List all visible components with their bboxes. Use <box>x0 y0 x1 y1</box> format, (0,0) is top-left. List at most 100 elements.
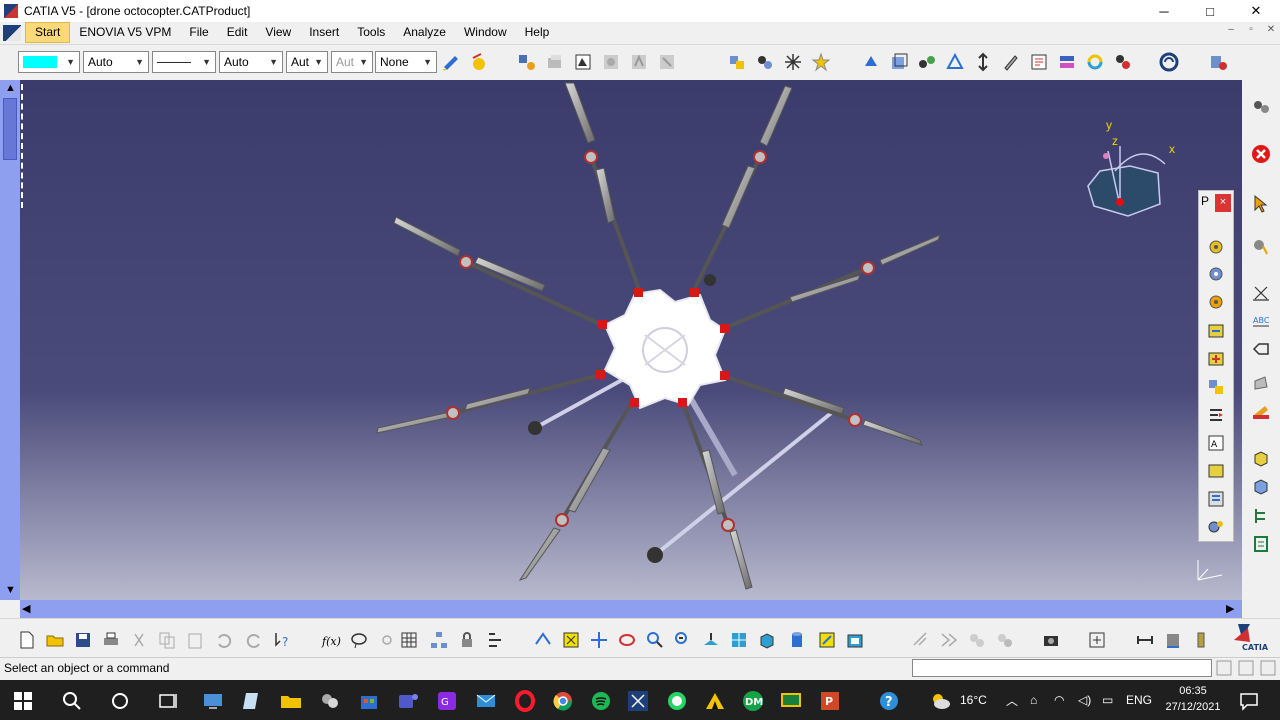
select-arrow-icon[interactable] <box>1250 193 1272 215</box>
workbench-icon[interactable] <box>1207 51 1229 73</box>
menu-file[interactable]: File <box>180 23 217 42</box>
swap-visible-icon[interactable] <box>844 629 866 651</box>
line-type-combo[interactable]: Auto ▼ <box>219 51 283 73</box>
teams-icon[interactable] <box>395 688 421 714</box>
axis-icon[interactable] <box>1250 282 1272 304</box>
print-icon[interactable] <box>100 629 122 651</box>
tree-expand-icon[interactable] <box>1250 505 1272 527</box>
file-explorer-icon[interactable] <box>278 688 304 714</box>
battery-icon[interactable]: ▭ <box>1102 680 1113 720</box>
painter-icon[interactable] <box>440 51 462 73</box>
powerpoint-icon[interactable]: P <box>817 688 843 714</box>
lock-icon[interactable] <box>456 629 478 651</box>
windows-start-icon[interactable] <box>10 688 36 714</box>
numbering-icon[interactable]: A <box>1205 432 1227 454</box>
help-icon[interactable]: ? <box>876 688 902 714</box>
fit-all-icon[interactable] <box>560 629 582 651</box>
manage-representations-icon[interactable] <box>1205 488 1227 510</box>
command-input[interactable] <box>912 659 1212 677</box>
status-button-1[interactable] <box>1214 658 1234 678</box>
annotation-icon[interactable] <box>1028 51 1050 73</box>
chrome-icon[interactable] <box>550 688 576 714</box>
scroll-left-icon[interactable]: ◀ <box>22 602 30 615</box>
tree-collapse-icon[interactable] <box>1250 533 1272 555</box>
pdf-app-icon[interactable]: G <box>434 688 460 714</box>
shading-icon[interactable] <box>786 629 808 651</box>
vertical-scroll-thumb[interactable] <box>3 98 17 160</box>
transparency-combo[interactable]: Auto ▼ <box>83 51 149 73</box>
open-folder-icon[interactable] <box>44 629 66 651</box>
catia-taskbar-icon[interactable] <box>625 688 651 714</box>
flag-note-icon[interactable] <box>1250 338 1272 360</box>
reorder-icon[interactable] <box>1205 404 1227 426</box>
manipulation-icon[interactable] <box>726 51 748 73</box>
mdi-minimize-button[interactable]: – <box>1222 24 1240 40</box>
spotify-icon[interactable] <box>588 688 614 714</box>
taskbar-app-display-icon[interactable] <box>778 688 804 714</box>
translate-icon[interactable] <box>972 51 994 73</box>
zoom-out-icon[interactable] <box>672 629 694 651</box>
tray-chevron-up-icon[interactable]: ︿ <box>1006 680 1018 720</box>
whats-this-icon[interactable]: ? <box>272 629 294 651</box>
iso-view-icon[interactable] <box>756 629 778 651</box>
cube-open-icon[interactable] <box>1250 447 1272 469</box>
hammer-icon[interactable] <box>1250 400 1272 422</box>
cube-blue-icon[interactable] <box>1250 475 1272 497</box>
taskbar-app-dm-icon[interactable]: DM <box>740 688 766 714</box>
measure-between-icon[interactable] <box>1134 629 1156 651</box>
parameter-icon[interactable] <box>484 629 506 651</box>
new-file-icon[interactable] <box>16 629 38 651</box>
normal-view-icon[interactable] <box>700 629 722 651</box>
maximize-button[interactable]: □ <box>1187 0 1233 22</box>
volume-icon[interactable]: ◁) <box>1078 680 1091 720</box>
menu-analyze[interactable]: Analyze <box>394 23 455 42</box>
panel-close-button[interactable]: × <box>1215 194 1231 212</box>
enovia-icon[interactable] <box>1158 51 1180 73</box>
menu-help[interactable]: Help <box>516 23 559 42</box>
pan-icon[interactable] <box>588 629 610 651</box>
menu-tools[interactable]: Tools <box>348 23 394 42</box>
formula-icon[interactable]: f(x) <box>320 629 342 651</box>
distance-icon[interactable] <box>916 51 938 73</box>
text-abc-icon[interactable]: ABC <box>1250 310 1272 332</box>
pencil-icon[interactable] <box>1000 51 1022 73</box>
stop-icon[interactable] <box>1250 143 1272 165</box>
tray-device-icon[interactable]: ⌂ <box>1030 680 1037 720</box>
taskbar-app-triangle-icon[interactable] <box>702 688 728 714</box>
gear-blue-icon[interactable] <box>1205 263 1227 285</box>
fly-mode-icon[interactable] <box>1250 235 1272 257</box>
vertical-scrollbar[interactable]: ▲ ▼ <box>0 80 20 600</box>
minimize-button[interactable]: ─ <box>1141 0 1187 22</box>
fill-color-combo[interactable]: ▼ <box>18 51 80 73</box>
gear-yellow-icon[interactable] <box>1205 236 1227 258</box>
catalog-icon[interactable] <box>1112 51 1134 73</box>
menu-view[interactable]: View <box>256 23 300 42</box>
multi-instantiation-icon[interactable] <box>1205 516 1227 538</box>
horizontal-scrollbar[interactable]: ◀ ▶ <box>20 600 1242 618</box>
zoom-in-icon[interactable] <box>644 629 666 651</box>
render-icon[interactable] <box>572 51 594 73</box>
camera-icon[interactable] <box>1040 629 1062 651</box>
mail-icon[interactable] <box>473 688 499 714</box>
catia-logo-icon[interactable] <box>3 24 21 41</box>
capture-icon[interactable] <box>1086 629 1108 651</box>
gear-orange-icon[interactable] <box>1205 291 1227 313</box>
insert-product-icon[interactable] <box>1205 348 1227 370</box>
snap-icon[interactable] <box>754 51 776 73</box>
save-icon[interactable] <box>72 629 94 651</box>
3d-viewport[interactable]: y z x <box>20 80 1242 600</box>
product-structure-icon[interactable] <box>1250 96 1272 118</box>
weather-cloud-icon[interactable] <box>927 688 953 714</box>
notifications-icon[interactable] <box>1236 688 1262 714</box>
wifi-icon[interactable]: ◠ <box>1054 680 1064 720</box>
thickness-combo[interactable]: Aut ▼ <box>286 51 328 73</box>
cortana-icon[interactable] <box>107 688 133 714</box>
menu-insert[interactable]: Insert <box>300 23 348 42</box>
menu-window[interactable]: Window <box>455 23 516 42</box>
status-button-2[interactable] <box>1236 658 1256 678</box>
close-button[interactable]: ✕ <box>1233 0 1279 22</box>
constraint-icon[interactable] <box>1056 51 1078 73</box>
search-icon[interactable] <box>59 688 85 714</box>
sectioning-icon[interactable] <box>888 51 910 73</box>
microsoft-store-icon[interactable] <box>356 688 382 714</box>
